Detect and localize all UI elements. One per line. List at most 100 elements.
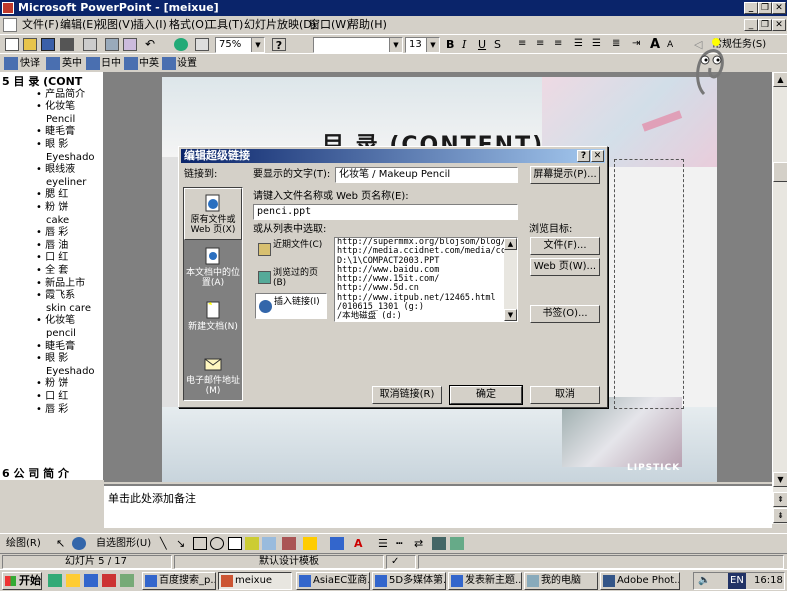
task-5d[interactable]: 5D多媒体第... bbox=[372, 572, 446, 590]
quicklaunch-icon-2[interactable] bbox=[66, 574, 80, 587]
scroll-thumb[interactable] bbox=[773, 162, 787, 182]
font-name-select[interactable]: ▼ bbox=[313, 37, 403, 53]
line-style-icon[interactable]: ☰ bbox=[378, 536, 388, 552]
font-color-icon[interactable]: A bbox=[354, 536, 363, 552]
clock[interactable]: 16:18 bbox=[754, 573, 783, 589]
file-list-item[interactable]: /本地磁盘 (d:) bbox=[335, 312, 517, 321]
draw-menu-button[interactable]: 绘图(R) bbox=[6, 536, 41, 552]
start-button[interactable]: 开始 bbox=[2, 572, 42, 590]
outline-line[interactable]: • 口 红 bbox=[36, 391, 68, 403]
numbering-icon[interactable]: ☰ bbox=[574, 38, 588, 51]
shadow-button[interactable]: S bbox=[494, 37, 501, 53]
task-asiaec[interactable]: AsiaEC亚商... bbox=[296, 572, 370, 590]
outline-line[interactable]: • 眼 影 bbox=[36, 139, 68, 151]
doc-minimize-button[interactable]: _ bbox=[744, 19, 758, 31]
copy-icon[interactable] bbox=[123, 38, 137, 51]
cancel-button[interactable]: 取消 bbox=[530, 386, 600, 404]
next-slide-button[interactable]: ⇟ bbox=[773, 508, 787, 523]
indent-icon[interactable]: ⇥ bbox=[632, 38, 646, 51]
previous-slide-button[interactable]: ⇞ bbox=[773, 492, 787, 507]
shadow-style-icon[interactable] bbox=[432, 537, 446, 550]
doc-close-button[interactable]: ✕ bbox=[772, 19, 786, 31]
task-baidu[interactable]: 百度搜索_p... bbox=[142, 572, 216, 590]
file-browse-button[interactable]: 文件(F)... bbox=[530, 237, 600, 255]
ja-zh-icon[interactable] bbox=[86, 57, 100, 70]
dialog-help-button[interactable]: ? bbox=[577, 150, 590, 162]
en-zh-button[interactable]: 英中 bbox=[62, 56, 82, 72]
cut-icon[interactable] bbox=[105, 38, 119, 51]
outline-line[interactable]: • 粉 饼 bbox=[36, 378, 68, 390]
outline-line[interactable]: • 全 套 bbox=[36, 265, 68, 277]
outline-line[interactable]: • 眼线液 bbox=[36, 164, 75, 176]
restore-button[interactable]: ❐ bbox=[758, 2, 772, 14]
outline-slide-title[interactable]: 5 目 录 (CONT bbox=[2, 76, 82, 88]
file-list[interactable]: http://supermmx.org/blojsom/blog/sup http… bbox=[334, 237, 518, 322]
link-place-in-doc[interactable]: 本文档中的位置(A) bbox=[184, 242, 242, 294]
oval-icon[interactable] bbox=[210, 537, 224, 550]
3d-style-icon[interactable] bbox=[450, 537, 464, 550]
task-photoshop[interactable]: Adobe Phot... bbox=[600, 572, 680, 590]
menu-slideshow[interactable]: 幻灯片放映(D) bbox=[244, 16, 316, 34]
outline-line[interactable]: skin care bbox=[46, 303, 91, 315]
spell-check-icon[interactable]: ✓ bbox=[386, 555, 416, 569]
menu-format[interactable]: 格式(O) bbox=[169, 16, 208, 34]
new-icon[interactable] bbox=[5, 38, 19, 51]
font-size-select[interactable]: 13 ▼ bbox=[405, 37, 440, 53]
link-existing-file[interactable]: 原有文件或 Web 页(X) bbox=[184, 188, 242, 240]
en-zh-icon[interactable] bbox=[46, 57, 60, 70]
fill-color-icon[interactable] bbox=[303, 537, 317, 550]
rectangle-icon[interactable] bbox=[193, 537, 207, 550]
outline-line[interactable]: • 唇 油 bbox=[36, 240, 68, 252]
quicklaunch-icon-4[interactable] bbox=[102, 574, 116, 587]
outline-line[interactable]: • 口 红 bbox=[36, 252, 68, 264]
permission-icon[interactable] bbox=[60, 38, 74, 51]
menu-insert[interactable]: 插入(I) bbox=[133, 16, 167, 34]
office-assistant[interactable] bbox=[690, 38, 738, 102]
outline-line[interactable]: Eyeshado bbox=[46, 152, 95, 164]
autoshapes-button[interactable]: 自选图形(U) bbox=[96, 536, 151, 552]
align-center-icon[interactable]: ≡ bbox=[536, 38, 550, 51]
inserted-links-button[interactable]: 插入链接(I) bbox=[255, 293, 327, 319]
scroll-up-button[interactable]: ▲ bbox=[773, 72, 787, 87]
language-indicator[interactable]: EN bbox=[728, 573, 746, 589]
undo-icon[interactable]: ↶ bbox=[145, 38, 159, 51]
print-icon[interactable] bbox=[83, 38, 97, 51]
quicklaunch-icon-5[interactable] bbox=[120, 574, 134, 587]
open-icon[interactable] bbox=[23, 38, 37, 51]
hyperlink-icon[interactable] bbox=[174, 38, 188, 51]
vertical-scrollbar[interactable]: ▲ ▼ ⇞ ⇟ bbox=[772, 72, 787, 524]
menu-edit[interactable]: 编辑(E) bbox=[60, 16, 98, 34]
ok-button[interactable]: 确定 bbox=[449, 385, 523, 405]
rotate-icon[interactable] bbox=[72, 537, 86, 550]
dialog-close-button[interactable]: ✕ bbox=[591, 150, 604, 162]
file-list-scroll-up[interactable]: ▲ bbox=[504, 238, 517, 250]
menu-file[interactable]: 文件(F) bbox=[22, 16, 59, 34]
outline-line[interactable]: • 粉 饼 bbox=[36, 202, 68, 214]
file-list-scrollbar[interactable]: ▲ ▼ bbox=[504, 238, 517, 321]
save-icon[interactable] bbox=[41, 38, 55, 51]
help-icon[interactable]: ? bbox=[272, 38, 286, 52]
line-spacing-icon[interactable]: ≣ bbox=[612, 38, 626, 51]
notes-pane[interactable]: 单击此处添加备注 bbox=[104, 484, 772, 528]
link-to-bar[interactable]: 原有文件或 Web 页(X) 本文档中的位置(A) 新建文档(N) 电子邮件地址… bbox=[183, 187, 243, 401]
link-email[interactable]: 电子邮件地址(M) bbox=[184, 350, 242, 402]
outline-line[interactable]: • 化妆笔 bbox=[36, 315, 75, 327]
line-color-icon[interactable] bbox=[330, 537, 344, 550]
clipart-icon[interactable] bbox=[282, 537, 296, 550]
web-browse-button[interactable]: Web 页(W)... bbox=[530, 258, 600, 276]
bold-button[interactable]: B bbox=[446, 37, 454, 53]
zh-en-icon[interactable] bbox=[124, 57, 138, 70]
zh-en-button[interactable]: 中英 bbox=[139, 56, 159, 72]
outline-line[interactable]: Eyeshado bbox=[46, 366, 95, 378]
powerpoint-app-icon[interactable] bbox=[2, 2, 14, 14]
bullets-icon[interactable]: ☰ bbox=[592, 38, 606, 51]
quick-translate-icon[interactable] bbox=[4, 57, 18, 70]
arrow-style-icon[interactable]: ⇄ bbox=[414, 536, 423, 552]
outline-slide-title[interactable]: 6 公 司 简 介 bbox=[2, 468, 69, 480]
bookmark-button[interactable]: 书签(O)... bbox=[530, 305, 600, 323]
outline-line[interactable]: • 睫毛膏 bbox=[36, 126, 75, 138]
outline-line[interactable]: • 新品上市 bbox=[36, 278, 85, 290]
outline-line[interactable]: Pencil bbox=[46, 114, 75, 126]
task-my-computer[interactable]: 我的电脑 bbox=[524, 572, 598, 590]
settings-button[interactable]: 设置 bbox=[177, 56, 197, 72]
